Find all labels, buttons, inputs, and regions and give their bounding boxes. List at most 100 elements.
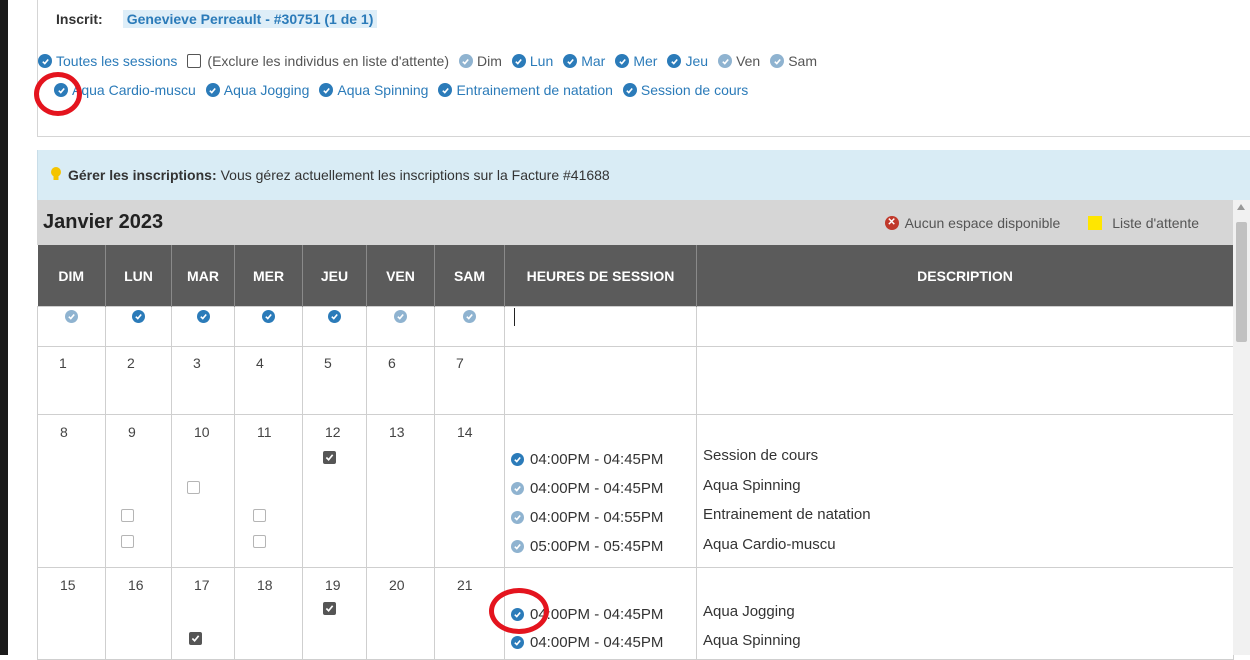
filter-program-aqua-spinning[interactable]: Aqua Spinning [319, 82, 428, 98]
col-header-jeu: JEU [302, 245, 367, 307]
hours-cell: 04:00PM - 04:45PM 04:00PM - 04:45PM 04:0… [504, 414, 697, 568]
day-cell: 19 [302, 567, 367, 660]
session-checkbox[interactable] [253, 535, 266, 548]
filter-day-jeu[interactable]: Jeu [667, 53, 708, 69]
col-header-mar: MAR [171, 245, 235, 307]
alert-text: Vous gérez actuellement les inscriptions… [220, 167, 610, 183]
lightbulb-icon [50, 166, 62, 185]
filter-all-sessions[interactable]: Toutes les sessions [38, 53, 177, 69]
session-time[interactable]: 04:00PM - 04:45PM [511, 634, 663, 651]
description-cell: Aqua Jogging Aqua Spinning [696, 567, 1234, 660]
left-frame-edge [0, 0, 8, 655]
session-description: Entrainement de natation [703, 506, 871, 523]
toggle-mer[interactable] [234, 306, 303, 347]
calendar-table: DIM LUN MAR MER JEU VEN SAM HEURES DE SE… [37, 245, 1234, 660]
check-circle-icon [262, 310, 275, 323]
day-cell: 1 [37, 346, 106, 415]
filter-program-aqua-jogging[interactable]: Aqua Jogging [205, 82, 309, 98]
manage-registrations-alert: Gérer les inscriptions: Vous gérez actue… [37, 150, 1250, 200]
toggle-lun[interactable] [105, 306, 172, 347]
session-checkbox-checked[interactable] [323, 451, 336, 464]
enrolled-name[interactable]: Genevieve Perreault - #30751 (1 de 1) [122, 10, 378, 28]
col-header-sam: SAM [434, 245, 505, 307]
day-toggle-row [37, 306, 1234, 347]
session-description: Session de cours [703, 447, 819, 464]
check-circle-icon [38, 54, 52, 68]
day-cell: 16 [105, 567, 172, 660]
enrolled-row: Inscrit: Genevieve Perreault - #30751 (1… [56, 10, 378, 28]
filter-day-dim[interactable]: Dim [458, 53, 502, 69]
session-checkbox-checked[interactable] [323, 602, 336, 615]
session-checkbox[interactable] [121, 509, 134, 522]
month-bar: Janvier 2023 ✕ Aucun espace disponible L… [37, 200, 1233, 245]
description-cell [696, 346, 1234, 415]
day-cell: 10 [171, 414, 235, 568]
day-cell: 11 [234, 414, 303, 568]
col-header-ven: VEN [366, 245, 435, 307]
filter-day-lun[interactable]: Lun [511, 53, 553, 69]
check-circle-icon [718, 54, 733, 68]
filter-program-session-cours[interactable]: Session de cours [622, 82, 748, 98]
highlight-ring [34, 72, 82, 116]
check-circle-icon [319, 83, 334, 97]
toggle-dim[interactable] [37, 306, 106, 347]
toggle-ven[interactable] [366, 306, 435, 347]
filter-panel: Inscrit: Genevieve Perreault - #30751 (1… [37, 0, 1250, 137]
day-cell: 4 [234, 346, 303, 415]
check-circle-icon [205, 83, 220, 97]
check-circle-icon [511, 453, 524, 466]
check-circle-icon [196, 310, 210, 323]
session-time[interactable]: 04:00PM - 04:45PM [511, 480, 663, 497]
filter-day-ven[interactable]: Ven [718, 53, 760, 69]
session-checkbox[interactable] [253, 509, 266, 522]
week-row: 1 2 3 4 5 6 7 [37, 346, 1234, 415]
filter-day-mar[interactable]: Mar [563, 53, 605, 69]
session-time[interactable]: 04:00PM - 04:45PM [511, 451, 663, 468]
legend: ✕ Aucun espace disponible Liste d'attent… [884, 200, 1199, 245]
col-header-hours: HEURES DE SESSION [504, 245, 697, 307]
hours-filter-cell[interactable] [504, 306, 697, 347]
day-cell: 3 [171, 346, 235, 415]
check-circle-icon [511, 511, 524, 524]
toggle-sam[interactable] [434, 306, 505, 347]
col-header-dim: DIM [37, 245, 106, 307]
session-checkbox[interactable] [187, 481, 200, 494]
highlight-ring [489, 588, 549, 634]
session-description: Aqua Cardio-muscu [703, 536, 836, 553]
scrollbar-thumb[interactable] [1236, 222, 1247, 342]
filter-exclude-waitlist[interactable]: (Exclure les individus en liste d'attent… [187, 53, 449, 69]
check-circle-icon [394, 310, 407, 323]
scroll-up-icon[interactable] [1237, 204, 1245, 210]
toggle-jeu[interactable] [302, 306, 367, 347]
day-cell: 12 [302, 414, 367, 568]
session-time[interactable]: 04:00PM - 04:55PM [511, 509, 663, 526]
check-circle-icon [770, 54, 785, 68]
vertical-scrollbar[interactable] [1233, 200, 1250, 655]
session-time[interactable]: 05:00PM - 05:45PM [511, 538, 663, 555]
session-checkbox-checked[interactable] [189, 632, 202, 645]
col-header-description: DESCRIPTION [696, 245, 1234, 307]
session-description: Aqua Spinning [703, 477, 801, 494]
day-cell: 14 [434, 414, 505, 568]
day-cell: 6 [366, 346, 435, 415]
filter-day-mer[interactable]: Mer [615, 53, 657, 69]
filter-program-natation[interactable]: Entrainement de natation [438, 82, 613, 98]
month-title: Janvier 2023 [43, 211, 164, 233]
week-row: 15 16 17 18 19 20 21 04:00PM - 04:45PM 0… [37, 567, 1234, 660]
legend-waitlist: Liste d'attente [1112, 214, 1199, 231]
session-checkbox[interactable] [121, 535, 134, 548]
week-row: 8 9 10 11 12 13 14 04:00PM - 04:45PM 04:… [37, 414, 1234, 568]
check-circle-icon [667, 54, 682, 68]
header-row: DIM LUN MAR MER JEU VEN SAM HEURES DE SE… [37, 245, 1234, 307]
day-cell: 17 [171, 567, 235, 660]
filter-day-sam[interactable]: Sam [770, 53, 817, 69]
toggle-mar[interactable] [171, 306, 235, 347]
check-circle-icon [328, 310, 341, 323]
col-header-lun: LUN [105, 245, 172, 307]
day-cell: 5 [302, 346, 367, 415]
day-cell: 9 [105, 414, 172, 568]
day-cell: 20 [366, 567, 435, 660]
check-circle-icon [511, 636, 524, 649]
day-cell: 2 [105, 346, 172, 415]
check-circle-icon [132, 310, 145, 323]
